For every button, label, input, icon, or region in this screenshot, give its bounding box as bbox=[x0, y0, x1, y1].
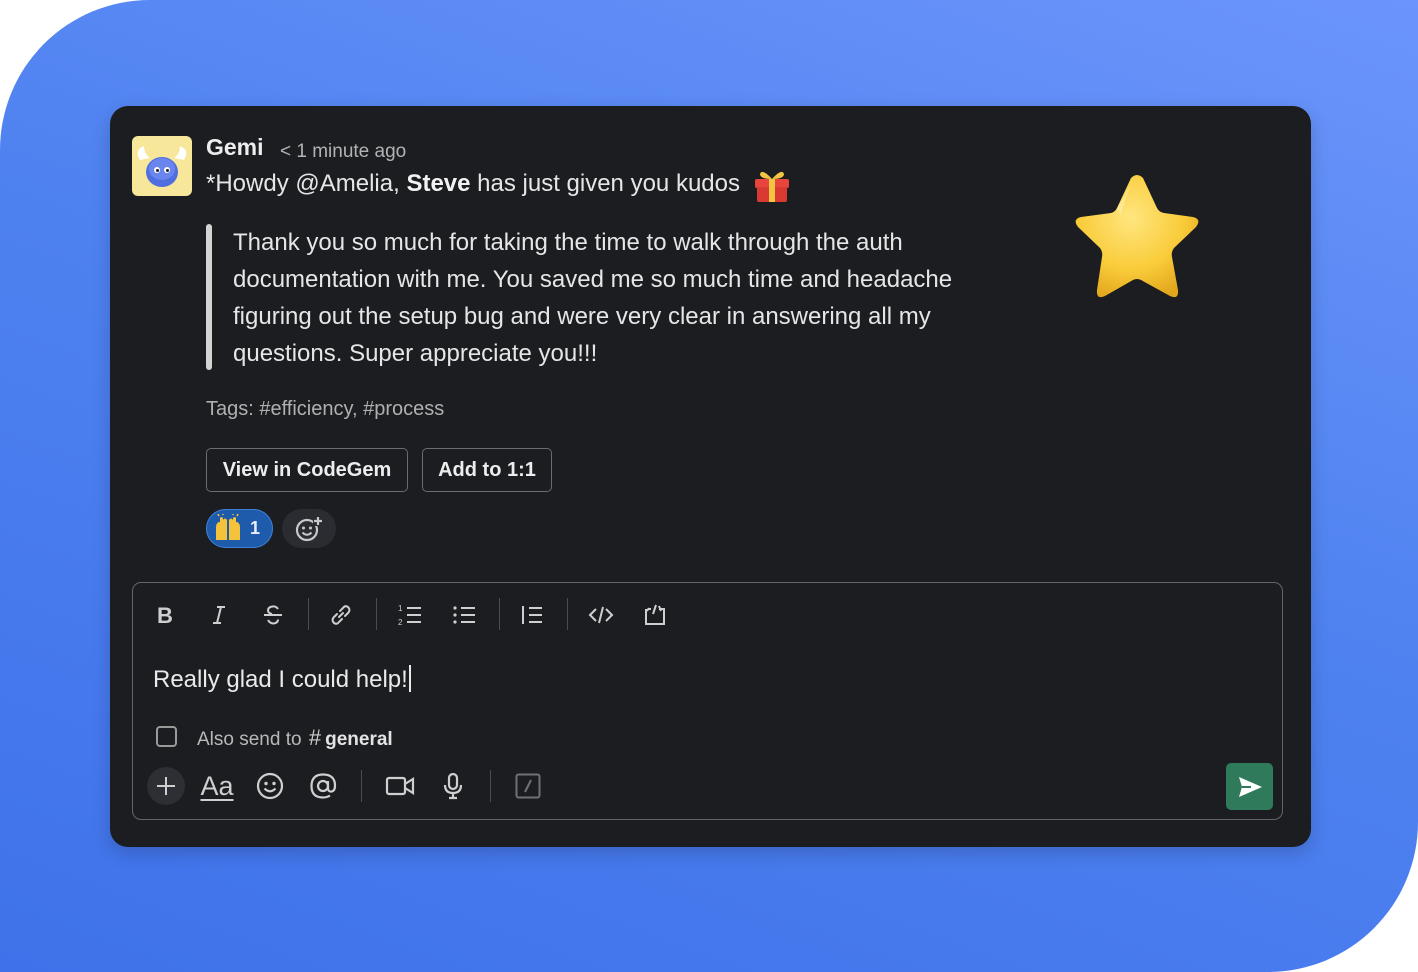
gift-icon bbox=[755, 171, 789, 202]
slash-command-button[interactable] bbox=[509, 767, 547, 805]
ordered-list-icon: 12 bbox=[398, 604, 421, 627]
kudos-intro: *Howdy @Amelia, Steve has just given you… bbox=[206, 170, 740, 198]
raised-hands-icon bbox=[216, 514, 240, 540]
bold-button[interactable]: B bbox=[147, 597, 183, 633]
code-button[interactable] bbox=[583, 597, 619, 633]
mention-button[interactable] bbox=[304, 767, 342, 805]
kudos-quote: Thank you so much for taking the time to… bbox=[233, 229, 953, 367]
star-icon bbox=[1075, 175, 1199, 298]
code-icon bbox=[588, 606, 614, 624]
channel-hash: # bbox=[308, 725, 322, 750]
video-icon bbox=[385, 776, 415, 796]
tags-text: Tags: #efficiency, #process bbox=[206, 398, 445, 420]
mention-icon bbox=[310, 773, 337, 799]
message-composer[interactable]: B 12 Really glad I could help! Also send… bbox=[132, 582, 1283, 820]
svg-text:B: B bbox=[157, 604, 173, 626]
toolbar-divider bbox=[361, 770, 362, 802]
toolbar-divider bbox=[308, 598, 309, 630]
strikethrough-button[interactable] bbox=[255, 597, 291, 633]
svg-text:1: 1 bbox=[398, 604, 403, 613]
gemi-avatar-icon bbox=[137, 146, 187, 187]
toolbar-divider bbox=[490, 770, 491, 802]
plus-icon bbox=[157, 777, 175, 795]
code-block-icon bbox=[645, 604, 665, 625]
message-card: Gemi < 1 minute ago *Howdy @Amelia, Stev… bbox=[110, 106, 1311, 847]
quote-bar bbox=[206, 224, 212, 370]
attach-button[interactable] bbox=[147, 767, 185, 805]
send-button[interactable] bbox=[1226, 763, 1273, 810]
message-timestamp[interactable]: < 1 minute ago bbox=[280, 141, 406, 163]
add-to-one-on-one-button[interactable]: Add to 1:1 bbox=[422, 448, 552, 492]
formatting-icon: Aa bbox=[200, 770, 234, 801]
formatting-toggle-button[interactable]: Aa bbox=[198, 767, 236, 805]
reaction-count: 1 bbox=[250, 518, 261, 538]
message-input-text: Really glad I could help! bbox=[153, 666, 408, 693]
svg-text:2: 2 bbox=[398, 618, 403, 627]
toolbar-divider bbox=[376, 598, 377, 630]
add-emoji-icon bbox=[295, 517, 323, 542]
link-button[interactable] bbox=[323, 597, 359, 633]
intro-suffix: has just given you kudos bbox=[470, 170, 740, 197]
slash-command-icon bbox=[515, 773, 541, 799]
intro-prefix: *Howdy @Amelia, bbox=[206, 170, 407, 197]
bold-icon: B bbox=[157, 604, 173, 626]
message-input[interactable]: Really glad I could help! bbox=[153, 665, 411, 694]
italic-button[interactable] bbox=[201, 597, 237, 633]
code-block-button[interactable] bbox=[637, 597, 673, 633]
blockquote-button[interactable] bbox=[514, 597, 550, 633]
add-reaction-button[interactable] bbox=[282, 509, 336, 548]
emoji-icon bbox=[256, 772, 284, 800]
microphone-icon bbox=[443, 772, 463, 800]
giver-name: Steve bbox=[406, 170, 471, 197]
avatar[interactable] bbox=[132, 136, 192, 196]
strikethrough-icon bbox=[264, 605, 282, 625]
link-icon bbox=[331, 605, 351, 625]
italic-icon bbox=[213, 606, 225, 624]
view-in-codegem-button[interactable]: View in CodeGem bbox=[206, 448, 408, 492]
also-send-checkbox[interactable] bbox=[156, 726, 177, 747]
toolbar-divider bbox=[499, 598, 500, 630]
microphone-button[interactable] bbox=[434, 767, 472, 805]
also-send-prefix: Also send to bbox=[197, 729, 302, 750]
author-name[interactable]: Gemi bbox=[206, 134, 264, 161]
toolbar-divider bbox=[567, 598, 568, 630]
bulleted-list-button[interactable] bbox=[446, 597, 482, 633]
reaction-raised-hands[interactable]: 1 bbox=[206, 509, 273, 548]
also-send-label: Also send to # general bbox=[197, 725, 393, 751]
ordered-list-button[interactable]: 12 bbox=[392, 597, 428, 633]
text-caret bbox=[408, 665, 411, 692]
channel-name: general bbox=[325, 729, 393, 750]
bulleted-list-icon bbox=[453, 606, 475, 624]
emoji-button[interactable] bbox=[251, 767, 289, 805]
blockquote-icon bbox=[522, 606, 542, 624]
video-button[interactable] bbox=[381, 767, 419, 805]
send-icon bbox=[1238, 776, 1262, 797]
